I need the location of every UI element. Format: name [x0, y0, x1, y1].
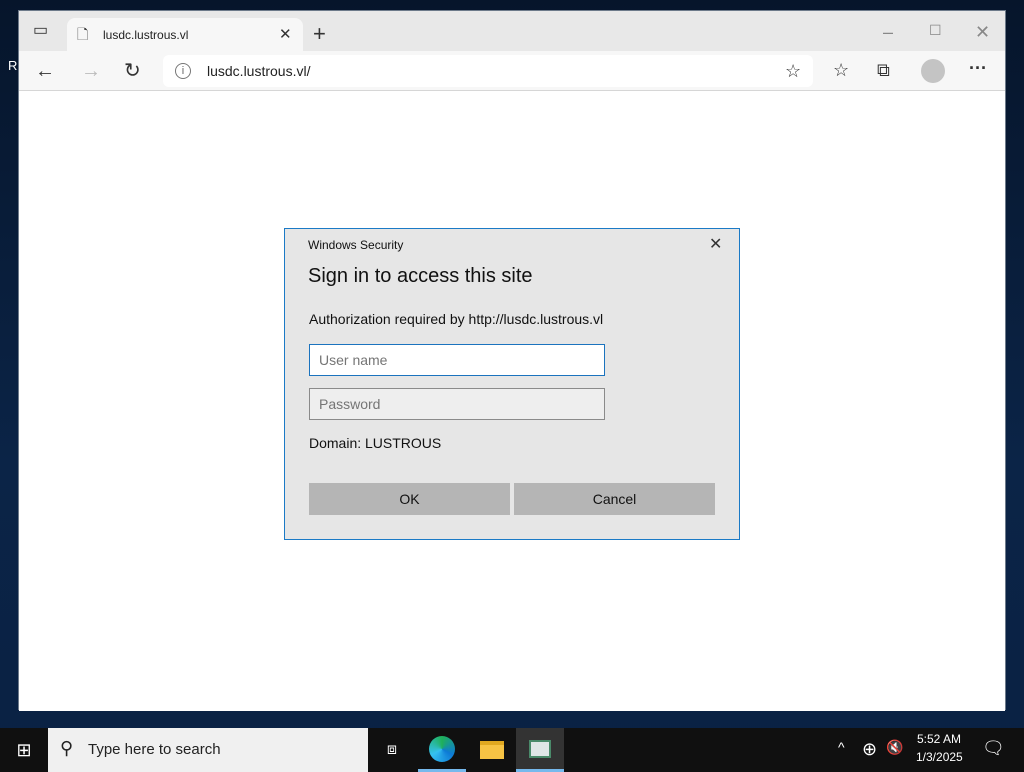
- app-window-icon[interactable]: [516, 728, 564, 772]
- forward-icon[interactable]: →: [81, 61, 101, 81]
- add-favorite-icon[interactable]: ☆: [785, 62, 801, 80]
- chevron-up-icon[interactable]: ^: [838, 740, 845, 754]
- info-icon[interactable]: i: [175, 63, 191, 79]
- close-window-icon[interactable]: ✕: [975, 23, 990, 41]
- dialog-title: Sign in to access this site: [308, 265, 533, 287]
- tab-strip: ▭ 🗋 lusdc.lustrous.vl ✕ + – ☐ ✕: [19, 11, 1005, 51]
- profile-avatar[interactable]: [921, 59, 945, 83]
- url-text[interactable]: lusdc.lustrous.vl/: [207, 63, 310, 79]
- cancel-button[interactable]: Cancel: [514, 483, 715, 515]
- favorites-icon[interactable]: ☆: [833, 61, 849, 79]
- refresh-icon[interactable]: ↻: [124, 61, 141, 81]
- ok-button[interactable]: OK: [309, 483, 510, 515]
- network-icon[interactable]: ⊕: [862, 740, 877, 758]
- task-view-icon[interactable]: ⧈: [368, 728, 416, 772]
- start-windows-icon[interactable]: ⊞: [0, 728, 48, 772]
- close-dialog-icon[interactable]: ✕: [709, 237, 722, 253]
- minimize-icon[interactable]: –: [883, 23, 893, 41]
- taskbar-search[interactable]: ⚲ Type here to search: [48, 728, 368, 772]
- tab-title: lusdc.lustrous.vl: [103, 28, 189, 42]
- search-placeholder: Type here to search: [88, 741, 221, 758]
- maximize-icon[interactable]: ☐: [929, 23, 942, 37]
- new-tab-icon[interactable]: +: [313, 23, 326, 45]
- desktop-icon-label: R: [8, 58, 18, 73]
- password-input[interactable]: [309, 388, 605, 420]
- collections-icon[interactable]: ⧉: [877, 61, 890, 79]
- back-icon[interactable]: ←: [35, 61, 55, 81]
- close-tab-icon[interactable]: ✕: [279, 27, 292, 42]
- volume-muted-icon[interactable]: 🔇: [886, 740, 903, 754]
- domain-label: Domain: LUSTROUS: [309, 435, 442, 451]
- page-error-icon: 🗋: [77, 26, 89, 42]
- toolbar: ← → ↻ i lusdc.lustrous.vl/ ☆ ☆ ⧉ ···: [19, 51, 1005, 91]
- address-bar[interactable]: i lusdc.lustrous.vl/ ☆: [163, 55, 813, 87]
- more-icon[interactable]: ···: [969, 59, 987, 77]
- tab-actions-icon[interactable]: ▭: [33, 23, 48, 39]
- file-explorer-icon[interactable]: [468, 728, 516, 772]
- browser-tab[interactable]: 🗋 lusdc.lustrous.vl ✕: [67, 18, 303, 51]
- clock-date[interactable]: 1/3/2025: [916, 750, 963, 764]
- edge-icon[interactable]: [418, 728, 466, 772]
- clock-time[interactable]: 5:52 AM: [917, 732, 961, 746]
- dialog-caption: Windows Security: [308, 238, 404, 252]
- notifications-icon[interactable]: 🗨: [982, 739, 1005, 757]
- taskbar: ⊞ ⚲ Type here to search ⧈ ^ ⊕ 🔇 5:52 AM …: [0, 728, 1024, 772]
- username-input[interactable]: [309, 344, 605, 376]
- windows-security-dialog: Windows Security ✕ Sign in to access thi…: [284, 228, 740, 540]
- auth-message: Authorization required by http://lusdc.l…: [309, 311, 604, 327]
- search-icon: ⚲: [60, 738, 74, 758]
